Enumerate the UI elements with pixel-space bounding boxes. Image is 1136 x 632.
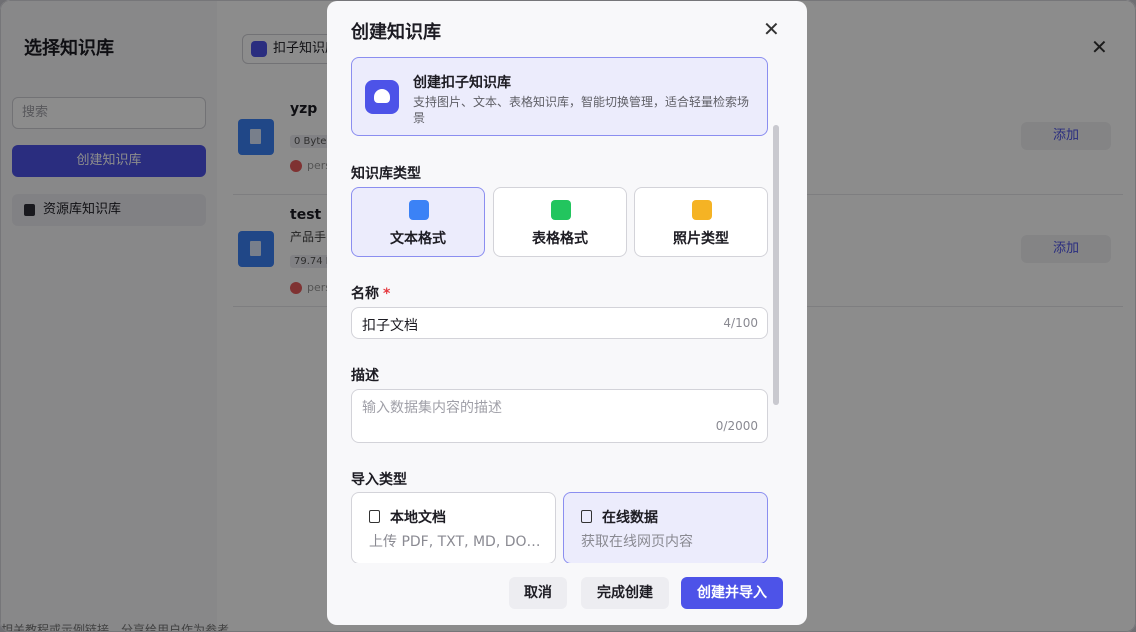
name-input-value: 扣子文档 xyxy=(362,318,418,334)
kind-description: 支持图片、文本、表格知识库，智能切换管理，适合轻量检索场景 xyxy=(413,95,750,125)
import-option-description: 上传 PDF, TXT, MD, DOC, DOCX xyxy=(369,534,549,550)
text-doc-icon xyxy=(409,200,429,220)
document-icon xyxy=(369,510,380,523)
name-input[interactable]: 扣子文档 4/100 xyxy=(351,307,768,339)
import-option-title: 在线数据 xyxy=(602,510,658,526)
import-option-title: 本地文档 xyxy=(390,510,446,526)
description-placeholder: 输入数据集内容的描述 xyxy=(362,400,502,416)
photo-icon xyxy=(692,200,712,220)
create-and-import-button[interactable]: 创建并导入 xyxy=(681,577,783,609)
finish-create-button[interactable]: 完成创建 xyxy=(581,577,669,609)
modal-title: 创建知识库 xyxy=(351,22,441,43)
type-option-text[interactable]: 文本格式 xyxy=(351,187,485,257)
scrollbar-thumb[interactable] xyxy=(773,125,779,405)
name-label: 名称 * xyxy=(351,286,391,302)
coze-logo-icon xyxy=(365,80,399,114)
type-option-label: 表格格式 xyxy=(532,231,588,247)
type-label: 知识库类型 xyxy=(351,166,421,182)
knowledge-kind-card[interactable]: 创建扣子知识库 支持图片、文本、表格知识库，智能切换管理，适合轻量检索场景 xyxy=(351,57,768,136)
description-textarea[interactable]: 输入数据集内容的描述 0/2000 xyxy=(351,389,768,443)
import-option-online[interactable]: 在线数据 获取在线网页内容 xyxy=(563,492,768,563)
import-option-description: 获取在线网页内容 xyxy=(581,534,693,550)
import-type-label: 导入类型 xyxy=(351,472,407,488)
description-counter: 0/2000 xyxy=(715,419,758,433)
create-knowledge-modal: 创建知识库 ✕ 创建扣子知识库 支持图片、文本、表格知识库，智能切换管理，适合轻… xyxy=(327,1,807,625)
close-icon[interactable]: ✕ xyxy=(763,17,780,41)
modal-body: 创建扣子知识库 支持图片、文本、表格知识库，智能切换管理，适合轻量检索场景 知识… xyxy=(327,55,807,563)
type-option-table[interactable]: 表格格式 xyxy=(493,187,627,257)
type-option-photo[interactable]: 照片类型 xyxy=(634,187,768,257)
modal-footer: 取消 完成创建 创建并导入 xyxy=(327,563,807,625)
kind-name: 创建扣子知识库 xyxy=(413,75,511,91)
table-icon xyxy=(551,200,571,220)
desc-label: 描述 xyxy=(351,368,379,384)
import-option-local[interactable]: 本地文档 上传 PDF, TXT, MD, DOC, DOCX xyxy=(351,492,556,563)
required-mark: * xyxy=(383,286,391,302)
name-counter: 4/100 xyxy=(723,316,758,330)
cancel-button[interactable]: 取消 xyxy=(509,577,567,609)
web-doc-icon xyxy=(581,510,592,523)
type-option-label: 文本格式 xyxy=(390,231,446,247)
type-option-label: 照片类型 xyxy=(673,231,729,247)
